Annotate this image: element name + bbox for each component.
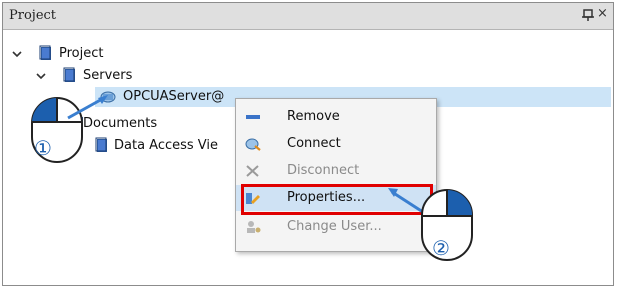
close-icon[interactable]: × (597, 5, 611, 23)
project-folder-icon (39, 45, 51, 60)
servers-folder-icon (63, 67, 75, 82)
tree-label-project: Project (59, 46, 104, 61)
connect-icon (245, 138, 261, 151)
menu-label-disconnect: Disconnect (287, 163, 360, 178)
menu-label-connect: Connect (287, 136, 341, 151)
tree-label-server: OPCUAServer@ (123, 89, 225, 104)
step-2-label: ② (432, 236, 450, 260)
menu-item-connect[interactable]: Connect (236, 131, 436, 157)
disconnect-icon (246, 165, 259, 177)
menu-item-remove[interactable]: Remove (236, 104, 436, 130)
remove-icon (246, 115, 260, 119)
change-user-icon (247, 221, 261, 233)
tree-item-servers[interactable]: Servers (3, 65, 203, 87)
tree-item-project[interactable]: Project (3, 43, 203, 65)
tree-label-servers: Servers (83, 68, 133, 83)
step-1-label: ① (34, 136, 52, 160)
pin-icon[interactable] (581, 8, 595, 22)
tree-label-data-access: Data Access Vie (114, 138, 219, 153)
panel-title: Project (9, 8, 57, 23)
chevron-down-icon[interactable] (35, 70, 47, 82)
panel-titlebar: Project × (3, 3, 613, 30)
chevron-down-icon[interactable] (11, 48, 23, 60)
menu-label-remove: Remove (287, 109, 340, 124)
menu-label-change-user: Change User... (287, 219, 382, 234)
